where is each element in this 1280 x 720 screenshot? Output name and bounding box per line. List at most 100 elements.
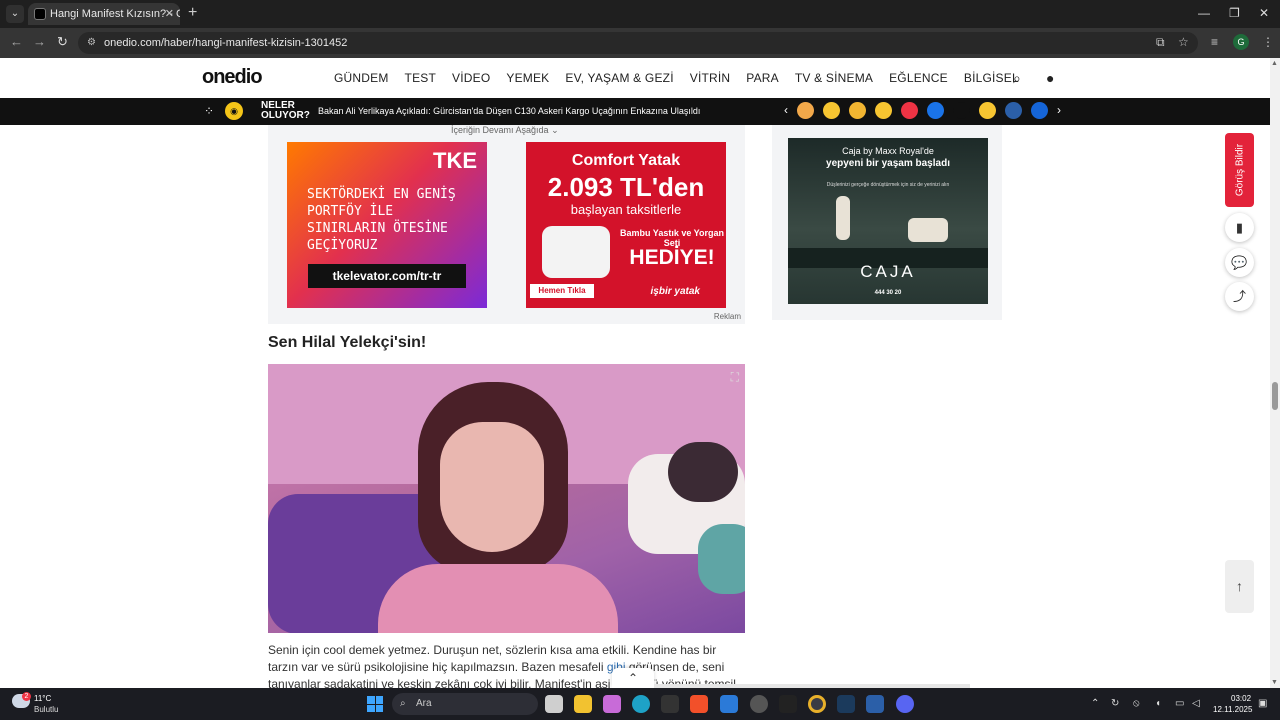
scroll-down-icon[interactable]: ▼: [1271, 679, 1278, 686]
tab-close-icon[interactable]: ✕: [165, 3, 174, 25]
taskbar-search[interactable]: ⌕ Ara: [392, 693, 538, 715]
comfort-yatak-ad[interactable]: Comfort Yatak 2.093 TL'den başlayan taks…: [526, 142, 726, 308]
file-explorer-icon[interactable]: [574, 695, 592, 713]
pillow-image: [542, 226, 610, 278]
clock-time[interactable]: 03:02: [1231, 694, 1251, 703]
user-icon[interactable]: ●: [1046, 70, 1054, 86]
network-icon[interactable]: ▭: [1175, 698, 1184, 709]
nav-vitrin[interactable]: VİTRİN: [690, 71, 731, 85]
search-icon: ⌕: [400, 698, 406, 709]
tke-ad[interactable]: TKE SEKTÖRDEKİ EN GENİŞ PORTFÖY İLE SINI…: [287, 142, 487, 308]
nav-bilgisel[interactable]: BİLGİSEL: [964, 71, 1019, 85]
onedio-logo[interactable]: onedio: [202, 66, 263, 89]
volume-icon[interactable]: ◁: [1192, 698, 1200, 709]
reaction-icon[interactable]: [979, 102, 996, 119]
scroll-thumb[interactable]: [1272, 382, 1278, 410]
reaction-icon[interactable]: [797, 102, 814, 119]
copilot-icon[interactable]: [603, 695, 621, 713]
reaction-icon[interactable]: [901, 102, 918, 119]
task-view-icon[interactable]: [545, 695, 563, 713]
reaction-row: [797, 102, 1057, 119]
comments-icon: 💬: [1231, 255, 1248, 270]
profile-avatar[interactable]: G: [1233, 34, 1249, 50]
back-icon[interactable]: ←: [10, 34, 23, 49]
result-photo[interactable]: ⛶: [268, 364, 745, 633]
tab-search-button[interactable]: ⌄: [6, 5, 24, 23]
browser-tab[interactable]: Hangi Manifest Kızısın? - Oned ✕: [28, 3, 180, 25]
caja-line2: yepyeni bir yaşam başladı: [826, 158, 950, 169]
nav-yemek[interactable]: YEMEK: [506, 71, 549, 85]
scroll-top-button[interactable]: ↑: [1225, 560, 1254, 613]
browser-menu-icon[interactable]: ⋮: [1262, 35, 1274, 49]
caja-ad[interactable]: Caja by Maxx Royal'de yepyeni bir yaşam …: [788, 138, 988, 304]
site-info-icon[interactable]: ⚙: [87, 32, 96, 54]
expand-icon[interactable]: ⛶: [731, 370, 739, 385]
yatak-cta-button[interactable]: Hemen Tıkla: [530, 284, 594, 298]
bookmark-button[interactable]: ▮: [1225, 213, 1254, 242]
reaction-icon[interactable]: [953, 102, 970, 119]
new-tab-button[interactable]: +: [188, 4, 197, 22]
tke-logo: TKE: [433, 148, 477, 173]
discord-icon[interactable]: [896, 695, 914, 713]
clock-date[interactable]: 12.11.2025: [1213, 705, 1252, 714]
tray-network-off-icon[interactable]: ⦸: [1133, 698, 1140, 709]
comments-button[interactable]: 💬: [1225, 248, 1254, 277]
weather-temp[interactable]: 11°C: [34, 694, 51, 703]
nav-tv-sinema[interactable]: TV & SİNEMA: [795, 71, 873, 85]
app-icon-2[interactable]: [866, 695, 884, 713]
tray-sync-icon[interactable]: ↻: [1111, 698, 1119, 709]
caja-logo: CAJA: [860, 262, 916, 281]
forward-icon[interactable]: →: [33, 34, 46, 49]
nav-ev-yasam-gezi[interactable]: EV, YAŞAM & GEZİ: [565, 71, 673, 85]
install-app-icon[interactable]: ⧉: [1156, 35, 1165, 50]
reload-icon[interactable]: ↻: [57, 34, 68, 50]
bookmark-star-icon[interactable]: ☆: [1178, 35, 1189, 49]
reading-list-icon[interactable]: ≡: [1211, 35, 1218, 49]
close-window-button[interactable]: ✕: [1259, 6, 1269, 20]
tray-chevron-icon[interactable]: ⌃: [1091, 698, 1099, 709]
weather-status[interactable]: Bulutlu: [34, 705, 58, 714]
grid-menu-icon[interactable]: ⁘: [204, 104, 214, 118]
app-icon[interactable]: [661, 695, 679, 713]
brave-icon[interactable]: [690, 695, 708, 713]
minimize-button[interactable]: —: [1198, 6, 1210, 20]
reaction-icon[interactable]: [927, 102, 944, 119]
reaction-icon[interactable]: [1031, 102, 1048, 119]
pycharm-icon[interactable]: [779, 695, 797, 713]
ticker-next-icon[interactable]: ›: [1057, 103, 1061, 117]
vscode-icon[interactable]: [720, 695, 738, 713]
continue-below-label: İçeriğin Devamı Aşağıda ⌄: [451, 125, 559, 135]
steam-icon[interactable]: [837, 695, 855, 713]
maximize-button[interactable]: ❐: [1229, 6, 1240, 20]
reaction-icon[interactable]: [875, 102, 892, 119]
windows-taskbar: 2 11°C Bulutlu ⌕ Ara ⌃ ↻ ⦸ ◖ ▭ ◁ 03:02 1…: [0, 688, 1280, 720]
yatak-title: Comfort Yatak: [571, 152, 681, 169]
notification-icon[interactable]: ▣: [1258, 698, 1267, 709]
nav-gundem[interactable]: GÜNDEM: [334, 71, 389, 85]
caja-line1: Caja by Maxx Royal'de: [842, 146, 934, 156]
nav-video[interactable]: VİDEO: [452, 71, 490, 85]
sidebar-ad-container: Caja by Maxx Royal'de yepyeni bir yaşam …: [772, 125, 1002, 320]
reaction-icon[interactable]: [1005, 102, 1022, 119]
ticker-prev-icon[interactable]: ‹: [784, 103, 788, 117]
ticker-headline[interactable]: Bakan Ali Yerlikaya Açıkladı: Gürcistan'…: [318, 106, 700, 116]
onedio-badge-icon[interactable]: ◉: [225, 102, 243, 120]
ad-label: Reklam: [713, 312, 741, 321]
nav-para[interactable]: PARA: [746, 71, 779, 85]
feedback-button[interactable]: Görüş Bildir: [1225, 133, 1254, 207]
nav-eglence[interactable]: EĞLENCE: [889, 71, 948, 85]
page-scrollbar[interactable]: ▲ ▼: [1270, 58, 1280, 688]
share-button[interactable]: ⤴: [1225, 282, 1254, 311]
nav-test[interactable]: TEST: [405, 71, 436, 85]
microphone-icon[interactable]: ◖: [1155, 698, 1161, 709]
reaction-icon[interactable]: [823, 102, 840, 119]
github-icon[interactable]: [750, 695, 768, 713]
url-field[interactable]: ⚙ onedio.com/haber/hangi-manifest-kizisi…: [78, 32, 1198, 54]
scroll-up-icon[interactable]: ▲: [1271, 60, 1278, 67]
edge-icon[interactable]: [632, 695, 650, 713]
collapse-tab[interactable]: ⌃: [612, 668, 654, 688]
chrome-icon[interactable]: [808, 695, 826, 713]
search-icon[interactable]: ⌕: [1013, 70, 1021, 87]
reaction-icon[interactable]: [849, 102, 866, 119]
start-button[interactable]: [367, 696, 383, 712]
